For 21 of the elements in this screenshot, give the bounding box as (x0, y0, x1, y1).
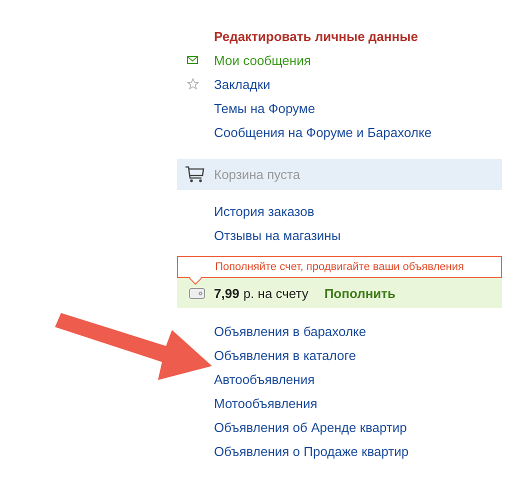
ads-link[interactable]: Автообъявления (214, 372, 315, 386)
ads-link[interactable]: Объявления о Продаже квартир (214, 444, 409, 458)
ads-link[interactable]: Мотообъявления (214, 396, 318, 410)
profile-link[interactable]: Темы на Форуме (214, 100, 316, 116)
profile-link[interactable]: Мои сообщения (214, 52, 311, 68)
shop-link[interactable]: Отзывы на магазины (214, 228, 341, 242)
profile-link[interactable]: Закладки (214, 76, 270, 92)
ads-link[interactable]: Объявления в барахолке (214, 324, 366, 338)
wallet-icon (189, 288, 205, 298)
ads-link[interactable]: Объявления об Аренде квартир (214, 420, 407, 434)
star-icon (186, 78, 198, 90)
cart-icon (185, 166, 205, 183)
shop-link[interactable]: История заказов (214, 204, 314, 218)
cart-status: Корзина пуста (214, 167, 300, 182)
profile-link[interactable]: Редактировать личные данные (214, 28, 418, 44)
top-up-link[interactable]: Пополнить (324, 286, 396, 300)
balance-unit: р. на счету (243, 286, 308, 300)
profile-link[interactable]: Сообщения на Форуме и Барахолке (214, 124, 432, 140)
ads-link[interactable]: Объявления в каталоге (214, 348, 356, 362)
balance-amount: 7,99 (214, 286, 240, 300)
envelope-icon (187, 56, 198, 64)
